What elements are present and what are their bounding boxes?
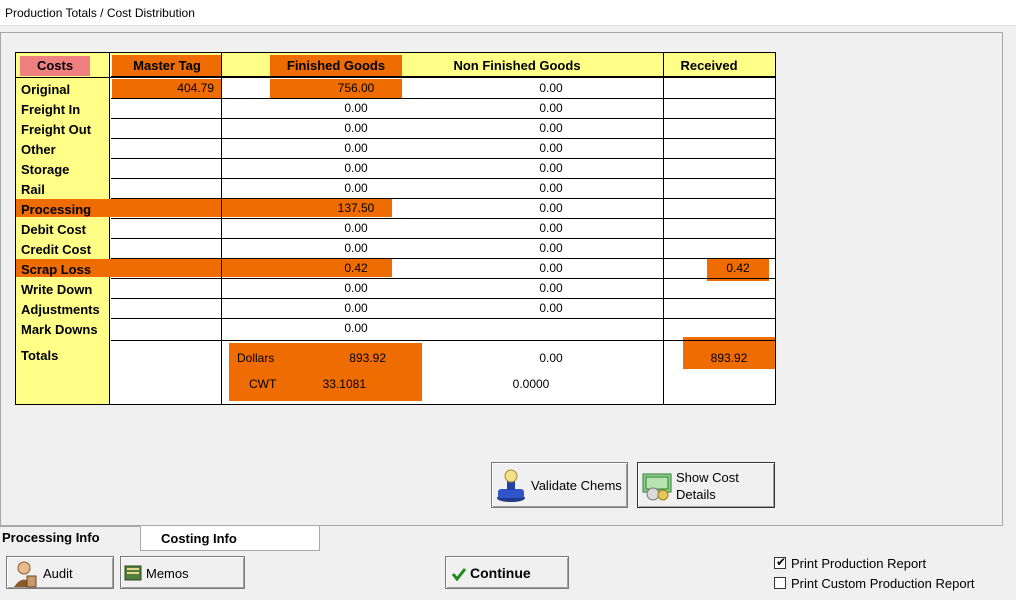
nfg-value-scrap-loss[interactable]: 0.00 (476, 261, 626, 275)
nfg-value-write-down[interactable]: 0.00 (476, 281, 626, 295)
fg-value-other[interactable]: 0.00 (281, 141, 431, 155)
show-cost-details-label-line1: Show Cost (676, 470, 739, 485)
finished-goods-header: Finished Goods (286, 58, 386, 73)
nfg-value-rail[interactable]: 0.00 (476, 181, 626, 195)
validate-chems-label: Validate Chems (531, 478, 622, 493)
row-label-credit-cost: Credit Cost (21, 242, 92, 257)
title-bar: Production Totals / Cost Distribution (0, 0, 1016, 26)
nfg-value-debit-cost[interactable]: 0.00 (476, 221, 626, 235)
row-label-original: Original (21, 82, 71, 97)
totals-cwt-fg: 33.1081 (322, 377, 366, 391)
fg-value-debit-cost[interactable]: 0.00 (281, 221, 431, 235)
tab-processing-info-label: Processing Info (2, 530, 100, 545)
nfg-value-credit-cost[interactable]: 0.00 (476, 241, 626, 255)
print-production-report-checkbox[interactable]: ✔ (774, 555, 786, 569)
fg-value-freight-out[interactable]: 0.00 (281, 121, 431, 135)
audit-label: Audit (43, 566, 73, 581)
row-label-storage: Storage (21, 162, 70, 177)
validate-chems-button[interactable]: Validate Chems (491, 462, 628, 508)
non-finished-goods-header: Non Finished Goods (453, 58, 581, 73)
row-label-totals: Totals (21, 348, 59, 363)
original-master-tag-value[interactable]: 404.79 (112, 81, 214, 95)
audit-button[interactable]: Audit (6, 556, 114, 589)
show-cost-details-label-line2: Details (676, 487, 716, 502)
nfg-value-processing[interactable]: 0.00 (476, 201, 626, 215)
tab-costing-info-label: Costing Info (161, 531, 237, 546)
row-label-mark-downs: Mark Downs (21, 322, 98, 337)
money-icon (642, 473, 672, 501)
tab-costing-info[interactable]: Costing Info (140, 526, 320, 551)
row-label-rail: Rail (21, 182, 45, 197)
fg-value-original[interactable]: 756.00 (281, 81, 431, 95)
totals-dollars-nfg: 0.00 (539, 351, 563, 365)
print-custom-production-report-label: Print Custom Production Report (791, 576, 975, 591)
nfg-value-adjustments[interactable]: 0.00 (476, 301, 626, 315)
nfg-value-other[interactable]: 0.00 (476, 141, 626, 155)
fg-value-scrap-loss[interactable]: 0.42 (281, 261, 431, 275)
print-production-report-label: Print Production Report (791, 556, 927, 571)
memos-button[interactable]: Memos (120, 556, 245, 589)
row-label-scrap-loss: Scrap Loss (21, 262, 92, 277)
totals-dollars-received: 893.92 (710, 351, 748, 365)
fg-value-adjustments[interactable]: 0.00 (281, 301, 431, 315)
fg-value-freight-in[interactable]: 0.00 (281, 101, 431, 115)
row-label-adjustments: Adjustments (21, 302, 100, 317)
stamp-icon (497, 469, 525, 502)
col-divider-1 (221, 53, 222, 404)
totals-dollars-fg: 893.92 (349, 351, 386, 365)
show-cost-details-button[interactable]: Show Cost Details (637, 462, 775, 508)
col-divider-2 (663, 53, 664, 404)
master-tag-header: Master Tag (133, 58, 201, 73)
costs-header: Costs (36, 58, 74, 73)
auditor-icon (14, 561, 37, 588)
row-label-write-down: Write Down (21, 282, 93, 297)
memo-book-icon (124, 565, 142, 581)
memos-label: Memos (146, 566, 189, 581)
totals-cwt-nfg: 0.0000 (512, 377, 550, 391)
nfg-value-original[interactable]: 0.00 (476, 81, 626, 95)
fg-value-mark-downs[interactable]: 0.00 (281, 321, 431, 335)
fg-value-write-down[interactable]: 0.00 (281, 281, 431, 295)
fg-value-credit-cost[interactable]: 0.00 (281, 241, 431, 255)
row-label-debit-cost: Debit Cost (21, 222, 86, 237)
nfg-value-freight-in[interactable]: 0.00 (476, 101, 626, 115)
fg-value-storage[interactable]: 0.00 (281, 161, 431, 175)
row-label-freight-in: Freight In (21, 102, 81, 117)
tab-processing-info[interactable]: Processing Info (0, 526, 140, 548)
totals-cwt-label: CWT (249, 377, 277, 391)
totals-dollars-label: Dollars (237, 351, 275, 365)
row-label-freight-out: Freight Out (21, 122, 92, 137)
print-custom-production-report-checkbox[interactable] (774, 577, 786, 589)
continue-button[interactable]: Continue (445, 556, 569, 589)
cost-distribution-grid: Costs Master Tag Finished Goods Non Fini… (15, 52, 776, 405)
nfg-value-freight-out[interactable]: 0.00 (476, 121, 626, 135)
nfg-value-storage[interactable]: 0.00 (476, 161, 626, 175)
fg-value-rail[interactable]: 0.00 (281, 181, 431, 195)
window-title: Production Totals / Cost Distribution (5, 6, 195, 20)
received-header: Received (680, 58, 738, 73)
fg-value-processing[interactable]: 137.50 (281, 201, 431, 215)
row-label-other: Other (21, 142, 56, 157)
received-value-scrap-loss[interactable]: 0.42 (707, 261, 769, 275)
row-label-processing: Processing (21, 202, 92, 217)
continue-label: Continue (470, 565, 531, 581)
checkmark-icon (451, 568, 467, 582)
